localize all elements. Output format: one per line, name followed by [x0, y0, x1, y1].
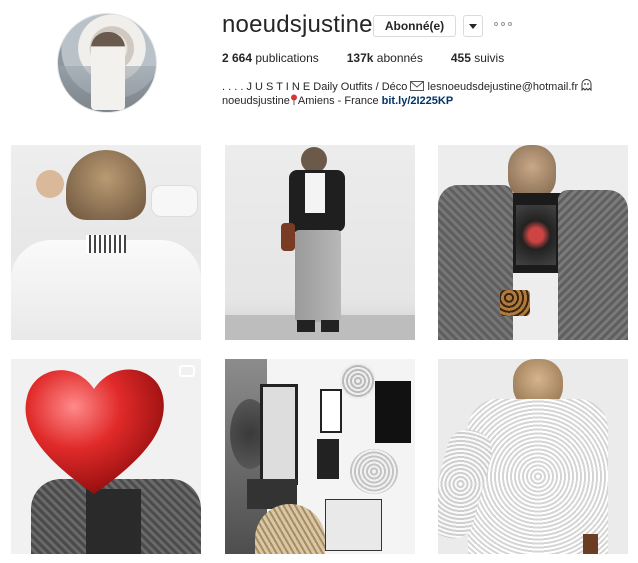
heart-balloon — [25, 369, 164, 494]
post-thumbnail[interactable] — [225, 359, 415, 554]
bio-line-1: . . . . J U S T I N E Daily Outfits / Dé… — [222, 79, 592, 94]
pin-icon — [290, 94, 298, 108]
bio-line-2: noeudsjustine Amiens - France bit.ly/2I2… — [222, 94, 453, 108]
post-thumbnail[interactable] — [225, 145, 415, 340]
profile-stats: 2 664 publications 137k abonnés 455 suiv… — [222, 51, 532, 65]
stat-followers[interactable]: 137k abonnés — [347, 51, 423, 65]
bio-text: . . . . J U S T I N E Daily Outfits / Dé… — [222, 81, 408, 93]
video-icon — [179, 365, 195, 377]
post-thumbnail[interactable] — [438, 359, 628, 554]
suggestions-dropdown-button[interactable] — [463, 15, 483, 37]
avatar[interactable] — [57, 13, 157, 113]
envelope-icon — [410, 81, 425, 94]
follow-button[interactable]: Abonné(e) — [373, 15, 456, 37]
username: noeudsjustine — [222, 11, 373, 38]
post-thumbnail[interactable] — [11, 145, 201, 340]
bio-email: lesnoeudsdejustine@hotmail.fr — [427, 81, 579, 93]
stat-posts: 2 664 publications — [222, 51, 319, 65]
ellipsis-icon[interactable] — [494, 22, 514, 28]
avatar-figure — [91, 32, 125, 110]
chevron-down-icon — [469, 23, 477, 29]
bio-link[interactable]: bit.ly/2I225KP — [382, 95, 454, 107]
post-thumbnail[interactable] — [438, 145, 628, 340]
ghost-icon — [581, 79, 592, 94]
stat-following[interactable]: 455 suivis — [451, 51, 504, 65]
post-thumbnail[interactable] — [11, 359, 201, 554]
bio-location: Amiens - France — [297, 95, 379, 107]
bio-handle: noeudsjustine — [222, 95, 290, 107]
